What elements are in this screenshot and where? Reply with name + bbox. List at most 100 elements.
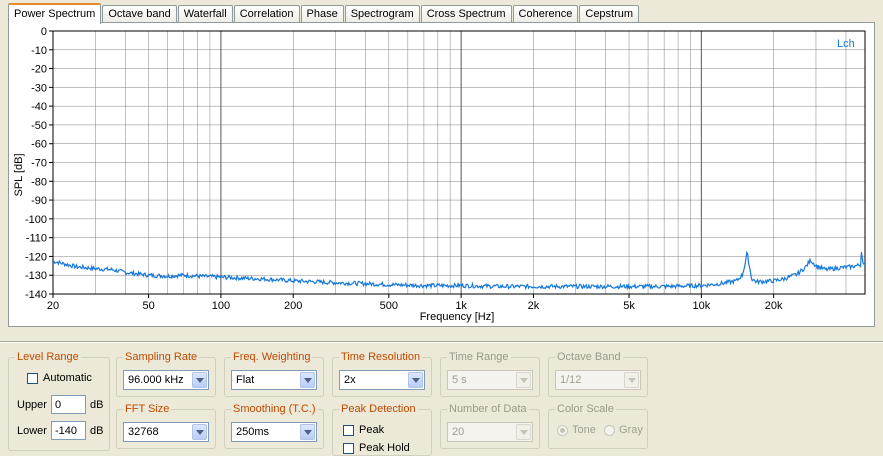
- tab-phase[interactable]: Phase: [300, 5, 344, 23]
- y-tick-label: -20: [31, 64, 47, 76]
- automatic-label: Automatic: [43, 372, 92, 384]
- peak-detection-title: Peak Detection: [339, 403, 418, 416]
- chevron-down-icon[interactable]: [300, 424, 315, 440]
- x-tick-label: 5k: [623, 300, 635, 312]
- x-tick-label: 200: [284, 300, 302, 312]
- time-range-select[interactable]: 5 s: [447, 370, 533, 390]
- y-tick-label: -80: [31, 176, 47, 188]
- chevron-down-icon[interactable]: [624, 372, 639, 388]
- smoothing-title: Smoothing (T.C.): [231, 403, 318, 416]
- freq-weighting-group: Freq. Weighting Flat: [224, 351, 324, 397]
- octave-band-select[interactable]: 1/12: [555, 370, 641, 390]
- lower-unit: dB: [90, 425, 104, 437]
- chevron-down-icon[interactable]: [516, 372, 531, 388]
- x-tick-label: 20k: [765, 300, 783, 312]
- y-tick-label: -90: [31, 195, 47, 207]
- tab-spectrogram[interactable]: Spectrogram: [344, 5, 420, 23]
- octave-band-title: Octave Band: [555, 351, 623, 364]
- number-of-data-select[interactable]: 20: [447, 422, 533, 442]
- sampling-rate-select[interactable]: 96.000 kHz: [123, 370, 209, 390]
- time-range-title: Time Range: [447, 351, 511, 364]
- peak-checkbox[interactable]: [343, 425, 354, 436]
- freq-weighting-select[interactable]: Flat: [231, 370, 317, 390]
- chevron-down-icon[interactable]: [192, 372, 207, 388]
- y-tick-label: -60: [31, 139, 47, 151]
- spectrum-chart[interactable]: 0 -10 -20 -30 -40 -50 -60 -70 -80 -90 -100 -110 -120…: [9, 23, 874, 326]
- upper-input[interactable]: [51, 395, 86, 414]
- sampling-rate-value: 96.000 kHz: [128, 374, 184, 386]
- gray-label: Gray: [619, 424, 643, 436]
- y-tick-label: -50: [31, 120, 47, 132]
- color-scale-title: Color Scale: [555, 403, 616, 416]
- y-tick-label: -30: [31, 82, 47, 94]
- legend-entry-lch: Lch: [837, 38, 855, 50]
- peak-detection-group: Peak Detection Peak Peak Hold: [332, 403, 432, 456]
- x-tick-label: 2k: [528, 300, 540, 312]
- y-tick-label: -140: [25, 289, 47, 301]
- peak-hold-checkbox[interactable]: [343, 443, 354, 454]
- number-of-data-title: Number of Data: [447, 403, 529, 416]
- x-tick-label: 500: [380, 300, 398, 312]
- y-tick-label: -100: [25, 214, 47, 226]
- y-tick-label: -110: [26, 233, 47, 245]
- power-spectrum-panel: 0 -10 -20 -30 -40 -50 -60 -70 -80 -90 -100 -110 -120…: [8, 22, 875, 327]
- number-of-data-value: 20: [452, 426, 465, 438]
- octave-band-value: 1/12: [560, 374, 582, 386]
- sampling-rate-title: Sampling Rate: [123, 351, 200, 364]
- lower-input[interactable]: [51, 421, 86, 440]
- chevron-down-icon[interactable]: [516, 424, 531, 440]
- y-tick-label: -10: [31, 45, 47, 57]
- gray-radio[interactable]: [604, 425, 615, 436]
- y-axis-label: SPL [dB]: [13, 153, 25, 196]
- x-axis-label: Frequency [Hz]: [420, 311, 495, 323]
- freq-weighting-title: Freq. Weighting: [231, 351, 313, 364]
- chevron-down-icon[interactable]: [300, 372, 315, 388]
- level-range-title: Level Range: [15, 351, 81, 364]
- x-tick-label: 50: [142, 300, 154, 312]
- tab-octave-band[interactable]: Octave band: [102, 5, 177, 23]
- fft-size-select[interactable]: 32768: [123, 422, 209, 442]
- time-range-value: 5 s: [452, 374, 467, 386]
- chevron-down-icon[interactable]: [408, 372, 423, 388]
- fft-size-title: FFT Size: [123, 403, 172, 416]
- lower-label: Lower: [17, 425, 47, 437]
- separator: [0, 341, 883, 343]
- y-tick-label: -130: [25, 270, 47, 282]
- time-resolution-group: Time Resolution 2x: [332, 351, 432, 397]
- tab-cepstrum[interactable]: Cepstrum: [579, 5, 640, 23]
- fft-size-group: FFT Size 32768: [116, 403, 216, 449]
- tab-waterfall[interactable]: Waterfall: [177, 5, 233, 23]
- y-tick-labels: 0 -10 -20 -30 -40 -50 -60 -70 -80 -90 -100 -110 -120…: [25, 26, 53, 301]
- peak-label: Peak: [359, 424, 385, 436]
- color-scale-group: Color Scale Tone Gray: [548, 403, 648, 449]
- tab-coherence[interactable]: Coherence: [512, 5, 579, 23]
- grid: [52, 30, 866, 295]
- peak-hold-label: Peak Hold: [359, 442, 410, 454]
- time-range-group: Time Range 5 s: [440, 351, 540, 397]
- x-tick-label: 100: [212, 300, 230, 312]
- chevron-down-icon[interactable]: [192, 424, 207, 440]
- smoothing-value: 250ms: [236, 426, 270, 438]
- tone-label: Tone: [572, 424, 596, 436]
- x-tick-labels: 20 50 100 200 500 1k 2k 5k 10k 20k: [47, 294, 783, 312]
- tab-power-spectrum[interactable]: Power Spectrum: [8, 3, 102, 24]
- time-resolution-select[interactable]: 2x: [339, 370, 425, 390]
- freq-weighting-value: Flat: [236, 374, 255, 386]
- upper-label: Upper: [17, 399, 47, 411]
- y-tick-label: -70: [31, 158, 47, 170]
- series-line-lch: [52, 250, 866, 291]
- automatic-checkbox[interactable]: [27, 373, 38, 384]
- upper-unit: dB: [90, 399, 104, 411]
- x-tick-label: 20: [47, 300, 59, 312]
- x-tick-label: 10k: [692, 300, 710, 312]
- smoothing-select[interactable]: 250ms: [231, 422, 317, 442]
- tab-cross-spectrum[interactable]: Cross Spectrum: [420, 5, 512, 23]
- number-of-data-group: Number of Data 20: [440, 403, 540, 449]
- y-tick-label: 0: [41, 26, 47, 38]
- octave-band-group: Octave Band 1/12: [548, 351, 648, 397]
- y-tick-label: -120: [25, 251, 47, 263]
- tab-correlation[interactable]: Correlation: [233, 5, 300, 23]
- smoothing-group: Smoothing (T.C.) 250ms: [224, 403, 324, 449]
- tone-radio[interactable]: [557, 425, 568, 436]
- fft-size-value: 32768: [128, 426, 159, 438]
